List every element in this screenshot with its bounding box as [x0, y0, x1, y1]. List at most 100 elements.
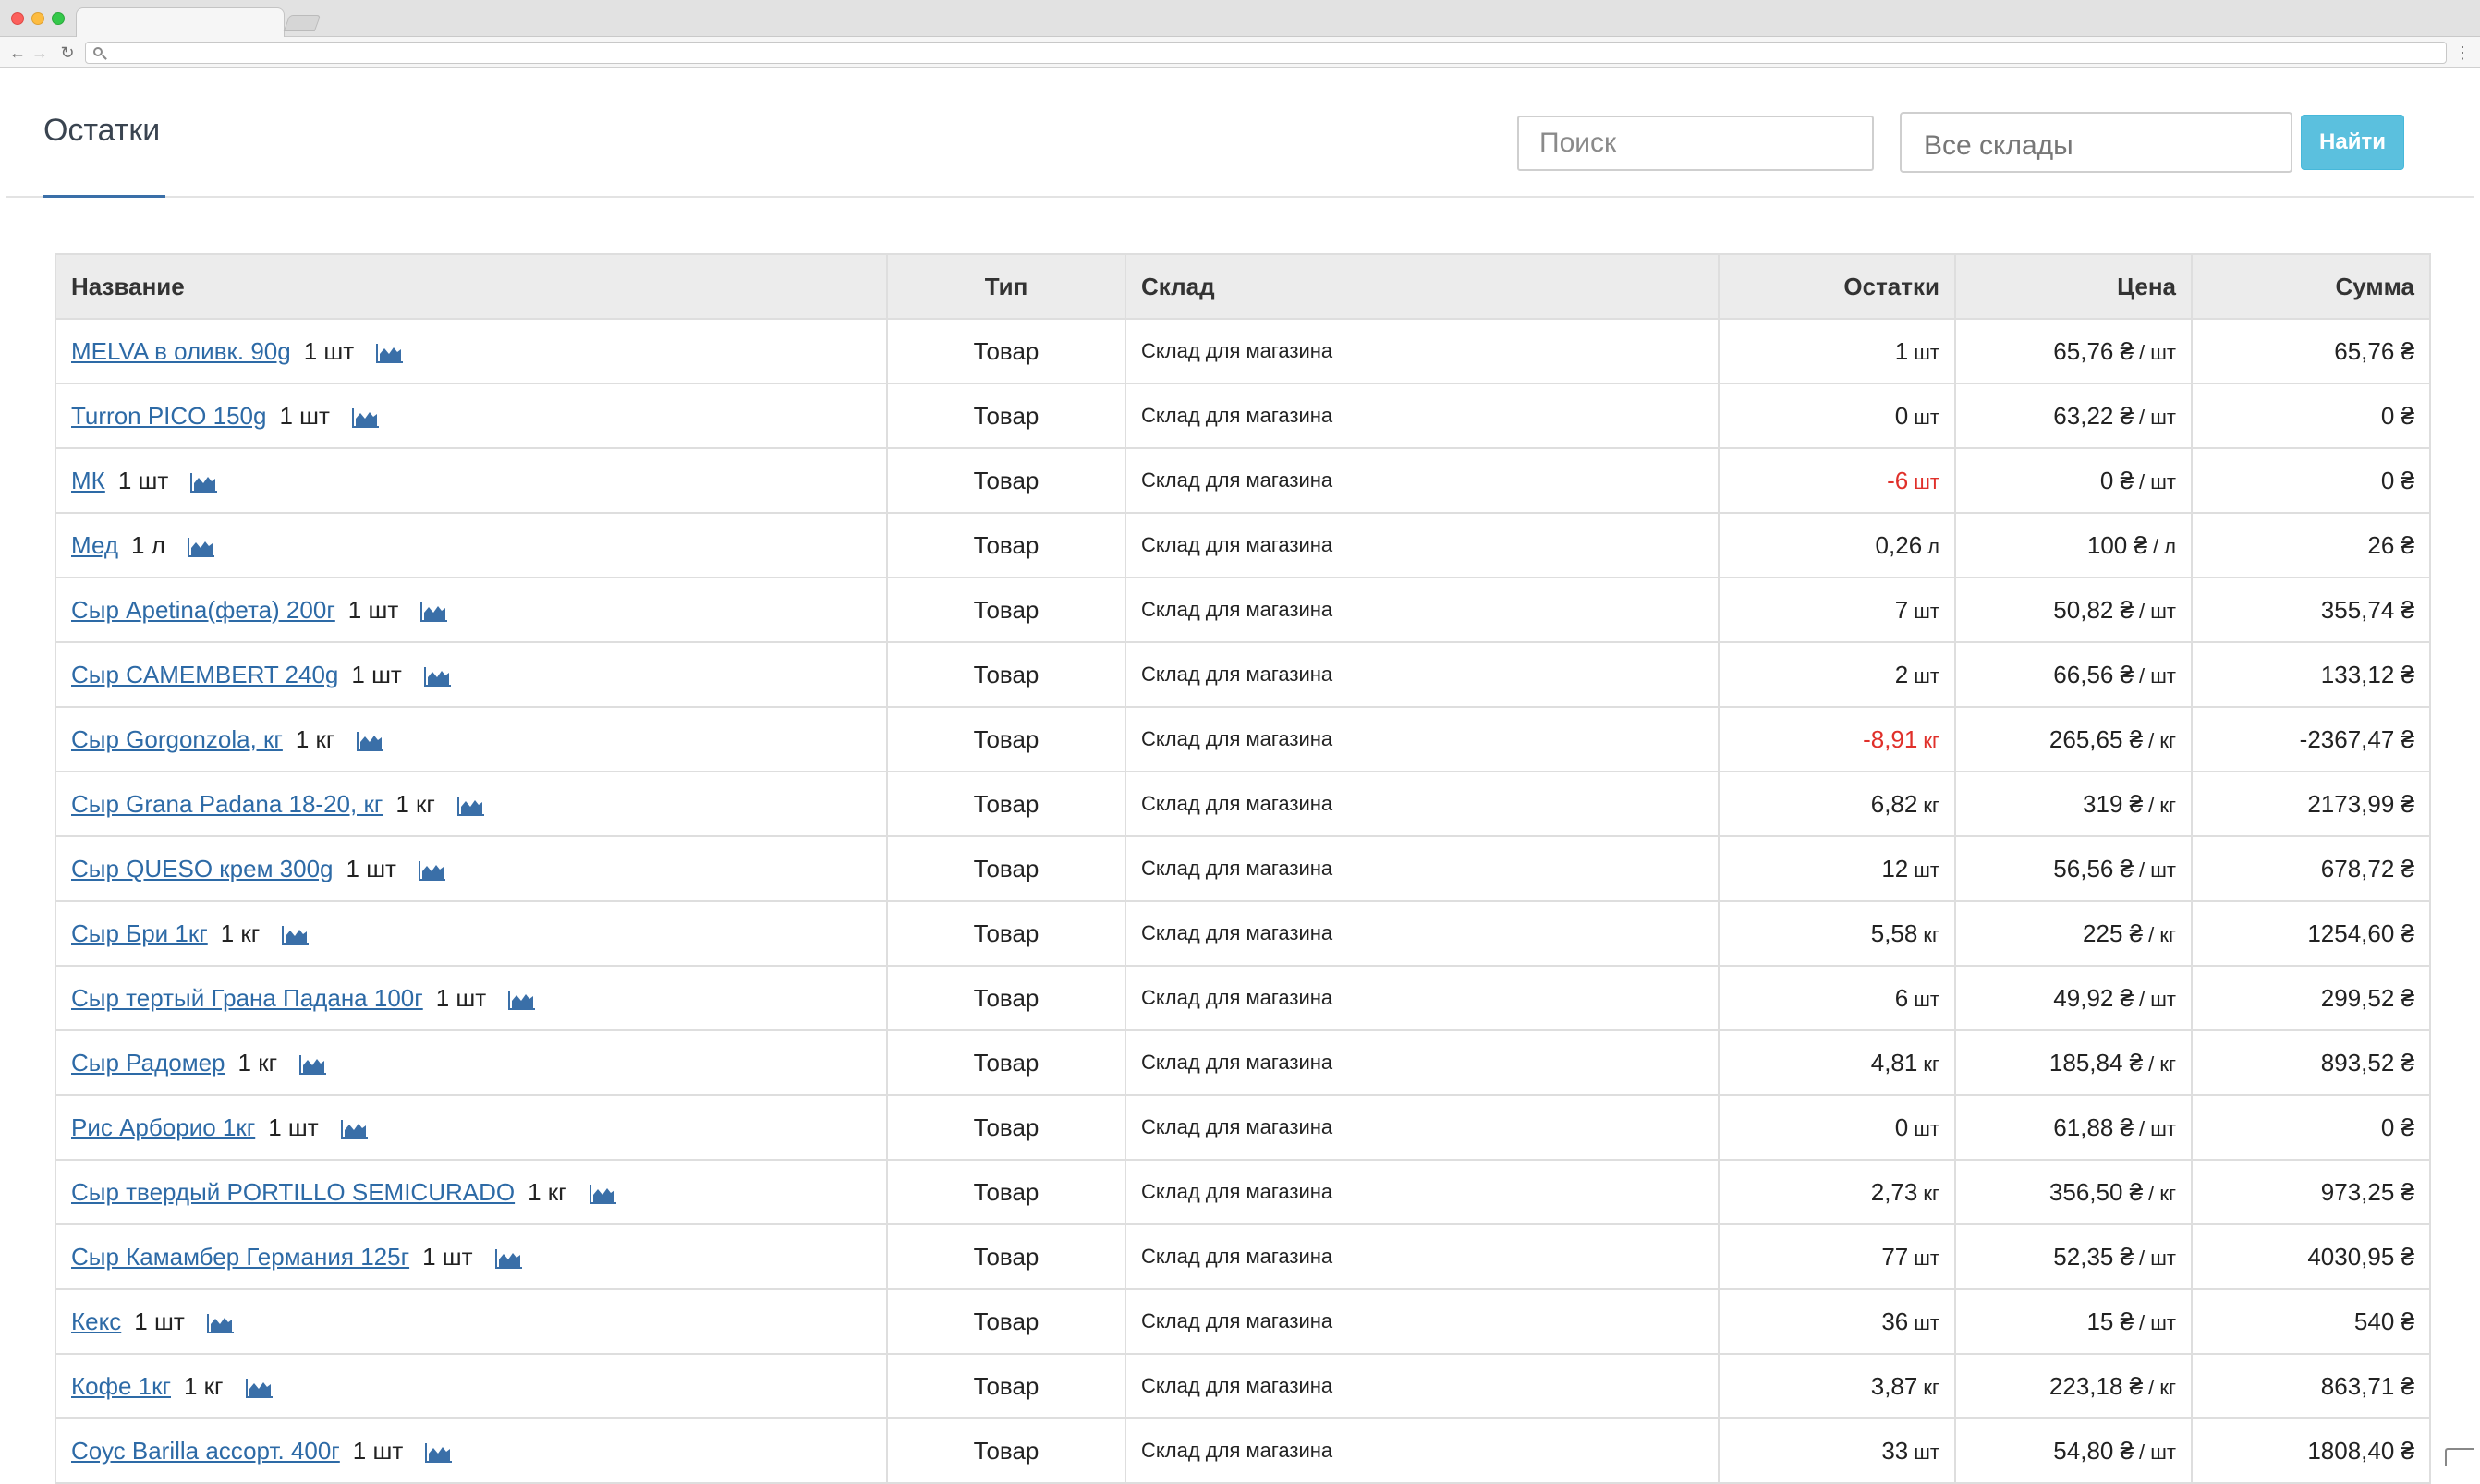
- maximize-window-button[interactable]: [52, 12, 65, 25]
- area-chart-icon[interactable]: [206, 1313, 235, 1333]
- area-chart-icon[interactable]: [357, 731, 384, 751]
- sum-cell: 299,52 ₴: [2191, 965, 2431, 1031]
- stock-unit: кг: [1923, 922, 1939, 946]
- product-unit: 1 шт: [268, 1113, 319, 1141]
- column-header-stock[interactable]: Остатки: [1718, 253, 1956, 320]
- area-chart-icon[interactable]: [508, 990, 536, 1010]
- area-chart-icon[interactable]: [425, 1442, 453, 1463]
- price-cell: 0 ₴ / шт: [1954, 447, 2193, 514]
- product-link[interactable]: Сыр твердый PORTILLO SEMICURADO: [71, 1178, 515, 1206]
- browser-menu-icon[interactable]: ⋮: [2454, 43, 2471, 63]
- product-link[interactable]: Сыр Apetina(фета) 200г: [71, 596, 335, 624]
- sum-cell: 0 ₴: [2191, 447, 2431, 514]
- product-unit: 1 кг: [295, 724, 335, 753]
- product-link[interactable]: Кекс: [71, 1308, 121, 1335]
- name-cell: Сыр Бри 1кг 1 кг: [55, 900, 888, 967]
- address-bar[interactable]: [85, 42, 2447, 64]
- area-chart-icon[interactable]: [299, 1054, 327, 1075]
- stock-unit: шт: [1914, 1440, 1939, 1464]
- stock-cell: -6 шт: [1718, 447, 1956, 514]
- product-unit: 1 кг: [220, 918, 261, 947]
- forward-arrow-icon[interactable]: →: [30, 42, 50, 64]
- area-chart-icon[interactable]: [589, 1184, 617, 1204]
- product-link[interactable]: МК: [71, 467, 105, 494]
- warehouse-cell: Склад для магазина: [1125, 512, 1720, 578]
- name-cell: Сыр Камамбер Германия 125г 1 шт: [55, 1223, 888, 1290]
- warehouse-cell: Склад для магазина: [1125, 641, 1720, 708]
- table-row: Кофе 1кг 1 кг Товар Склад для магазина 3,…: [55, 1353, 2431, 1419]
- type-cell: Товар: [886, 1288, 1126, 1355]
- stock-value: 5,58: [1870, 918, 1918, 947]
- minimize-window-button[interactable]: [31, 12, 44, 25]
- close-window-button[interactable]: [11, 12, 24, 25]
- stock-unit: л: [1927, 534, 1939, 558]
- warehouse-select[interactable]: Все склады: [1900, 112, 2292, 173]
- product-link[interactable]: Сыр Grana Padana 18-20, кг: [71, 790, 383, 818]
- table-body: MELVA в оливк. 90g 1 шт Товар Склад для м…: [55, 318, 2431, 1484]
- area-chart-icon[interactable]: [245, 1378, 274, 1398]
- product-link[interactable]: Сыр Радомер: [71, 1049, 225, 1077]
- product-link[interactable]: Соус Barilla ассорт. 400г: [71, 1437, 340, 1465]
- price-cell: 185,84 ₴ / кг: [1954, 1029, 2193, 1096]
- area-chart-icon[interactable]: [456, 796, 485, 816]
- stock-value: 4,81: [1870, 1048, 1918, 1077]
- sum-cell: 540 ₴: [2191, 1288, 2431, 1355]
- area-chart-icon[interactable]: [418, 860, 446, 881]
- product-unit: 1 шт: [279, 401, 330, 430]
- price-value: 356,50 ₴: [2048, 1177, 2144, 1206]
- product-link[interactable]: Сыр Камамбер Германия 125г: [71, 1243, 409, 1271]
- page-header: Остатки Все склады Найти: [6, 74, 2474, 198]
- warehouse-cell: Склад для магазина: [1125, 900, 1720, 967]
- new-tab-button[interactable]: [283, 15, 322, 31]
- resize-handle[interactable]: [2445, 1448, 2474, 1466]
- area-chart-icon[interactable]: [494, 1248, 523, 1269]
- area-chart-icon[interactable]: [187, 537, 215, 557]
- product-link[interactable]: MELVA в оливк. 90g: [71, 337, 291, 365]
- price-cell: 50,82 ₴ / шт: [1954, 577, 2193, 643]
- product-link[interactable]: Сыр тертый Грана Падана 100г: [71, 984, 423, 1012]
- area-chart-icon[interactable]: [340, 1119, 369, 1139]
- area-chart-icon[interactable]: [282, 925, 310, 945]
- product-link[interactable]: Сыр Бри 1кг: [71, 919, 208, 947]
- reload-icon[interactable]: ↻: [57, 42, 78, 64]
- price-cell: 65,76 ₴ / шт: [1954, 318, 2193, 384]
- area-chart-icon[interactable]: [423, 666, 452, 687]
- product-link[interactable]: Сыр CAMEMBERT 240g: [71, 661, 338, 688]
- product-link[interactable]: Кофе 1кг: [71, 1372, 171, 1400]
- price-unit: / кг: [2148, 1375, 2176, 1399]
- area-chart-icon[interactable]: [376, 343, 404, 363]
- product-link[interactable]: Сыр QUESO крем 300g: [71, 855, 334, 882]
- warehouse-cell: Склад для магазина: [1125, 706, 1720, 772]
- search-input[interactable]: [1517, 116, 1874, 171]
- back-arrow-icon[interactable]: ←: [7, 42, 28, 64]
- column-header-price[interactable]: Цена: [1954, 253, 2193, 320]
- stock-value: 3,87: [1870, 1371, 1918, 1400]
- area-chart-icon[interactable]: [190, 472, 218, 493]
- product-link[interactable]: Сыр Gorgonzola, кг: [71, 725, 283, 753]
- product-link[interactable]: Turron PICO 150g: [71, 402, 266, 430]
- type-cell: Товар: [886, 512, 1126, 578]
- product-link[interactable]: Рис Арборио 1кг: [71, 1113, 255, 1141]
- find-button[interactable]: Найти: [2301, 115, 2404, 170]
- column-header-type[interactable]: Тип: [886, 253, 1126, 320]
- column-header-sum[interactable]: Сумма: [2191, 253, 2431, 320]
- name-cell: Сыр Apetina(фета) 200г 1 шт: [55, 577, 888, 643]
- name-cell: Кофе 1кг 1 кг: [55, 1353, 888, 1419]
- warehouse-cell: Склад для магазина: [1125, 965, 1720, 1031]
- area-chart-icon[interactable]: [351, 407, 380, 428]
- warehouse-cell: Склад для магазина: [1125, 1094, 1720, 1161]
- column-header-warehouse[interactable]: Склад: [1125, 253, 1720, 320]
- column-header-name[interactable]: Название: [55, 253, 888, 320]
- stock-table-container: Название Тип Склад Остатки Цена Сумма ME…: [55, 253, 2431, 1484]
- area-chart-icon[interactable]: [420, 602, 448, 622]
- product-unit: 1 кг: [237, 1048, 278, 1077]
- browser-tab-active[interactable]: [76, 7, 285, 38]
- warehouse-cell: Склад для магазина: [1125, 1417, 1720, 1484]
- type-cell: Товар: [886, 965, 1126, 1031]
- sum-cell: 0 ₴: [2191, 1094, 2431, 1161]
- stock-value: 0: [1894, 401, 1909, 430]
- stock-cell: 2,73 кг: [1718, 1159, 1956, 1225]
- sum-cell: 893,52 ₴: [2191, 1029, 2431, 1096]
- product-unit: 1 шт: [347, 595, 399, 624]
- product-link[interactable]: Мед: [71, 531, 118, 559]
